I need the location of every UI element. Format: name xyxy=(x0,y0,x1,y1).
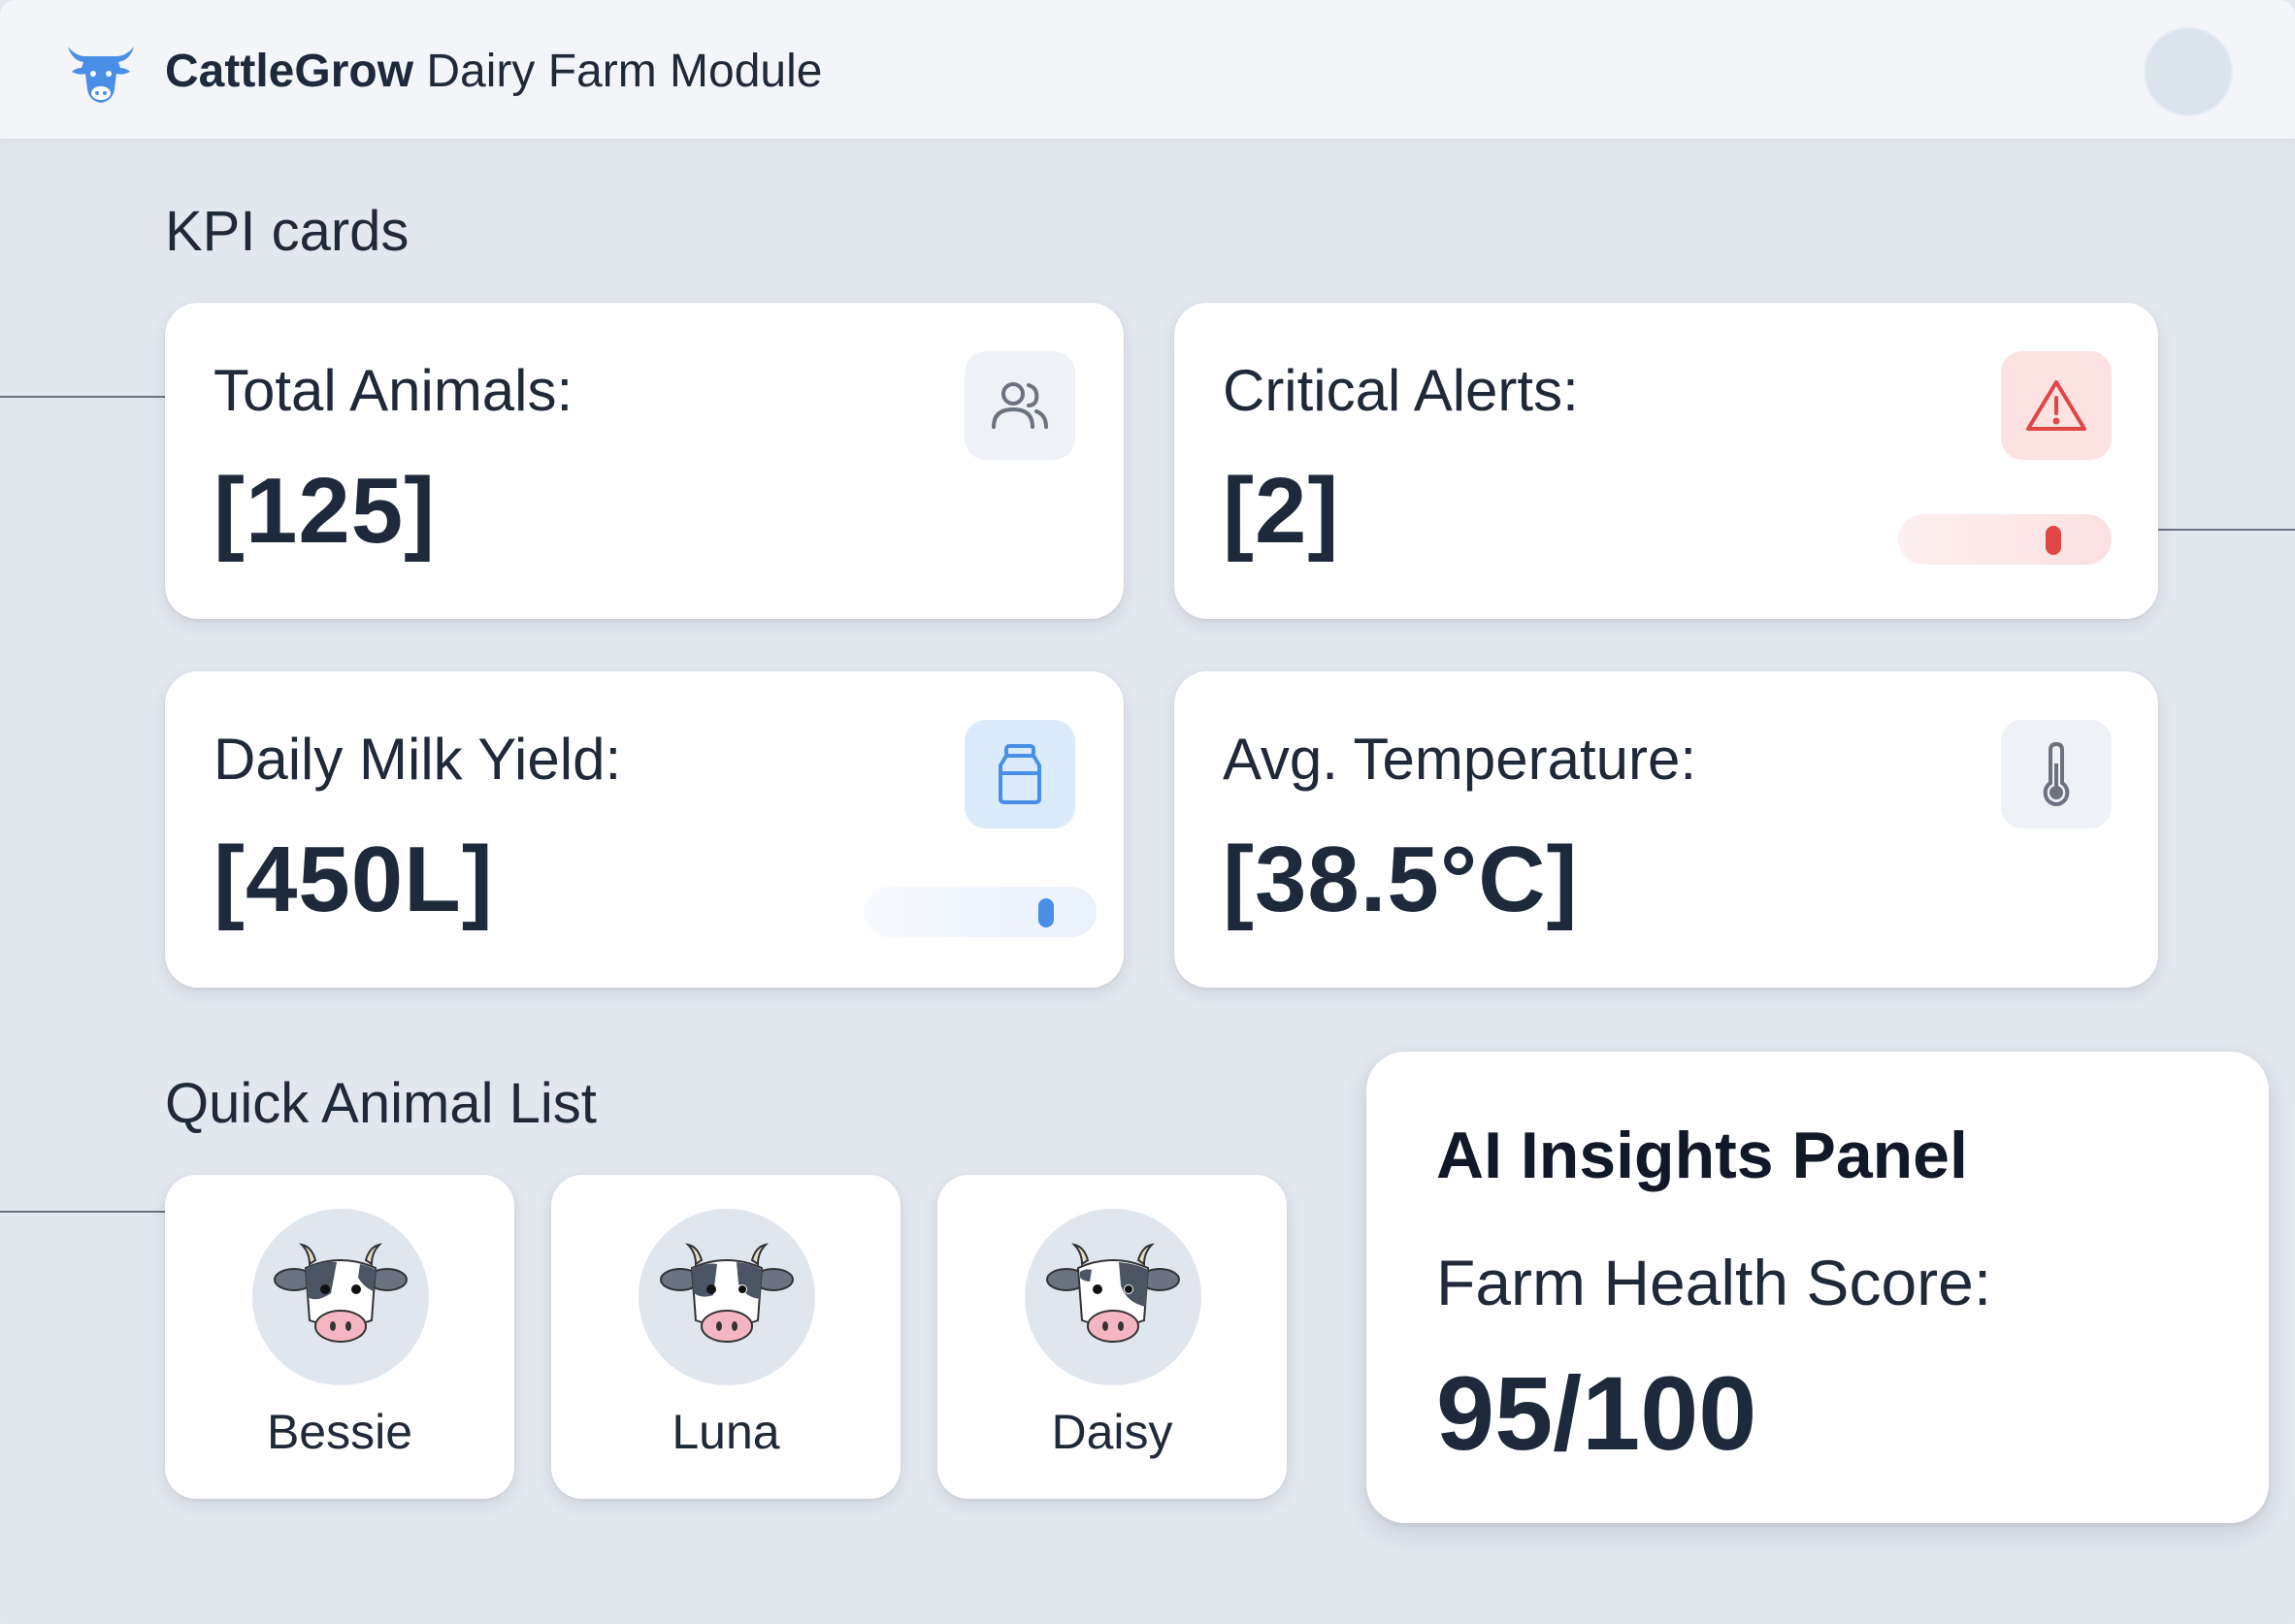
kpi-label: Avg. Temperature: xyxy=(1223,727,1697,792)
animal-name: Daisy xyxy=(1051,1405,1173,1459)
kpi-card-milk-yield[interactable]: Daily Milk Yield: [450L] xyxy=(165,671,1124,988)
warning-icon xyxy=(2001,351,2112,460)
alerts-level-indicator xyxy=(2046,526,2061,555)
kpi-card-total-animals[interactable]: Total Animals: [125] xyxy=(165,303,1124,619)
animal-name: Luna xyxy=(672,1405,780,1459)
connector-line xyxy=(2158,529,2295,531)
animal-name: Bessie xyxy=(266,1405,413,1459)
kpi-value: [38.5°C] xyxy=(1223,828,1579,931)
ai-insights-panel: AI Insights Panel Farm Health Score: 95/… xyxy=(1366,1052,2269,1523)
users-icon xyxy=(965,351,1075,460)
app-brand: CattleGrow xyxy=(165,46,414,97)
cow-icon xyxy=(639,1209,815,1385)
connector-line xyxy=(0,1211,165,1213)
cow-logo-icon xyxy=(62,39,140,107)
cow-icon xyxy=(1025,1209,1201,1385)
kpi-value: [125] xyxy=(213,459,437,563)
animal-card-luna[interactable]: Luna xyxy=(551,1175,901,1499)
animal-card-daisy[interactable]: Daisy xyxy=(937,1175,1287,1499)
alerts-level-bar xyxy=(1898,514,2112,565)
farm-health-score: 95/100 xyxy=(1436,1354,1757,1472)
app-title-rest: Dairy Farm Module xyxy=(413,46,823,97)
kpi-label: Total Animals: xyxy=(213,358,574,423)
kpi-value: [2] xyxy=(1223,459,1340,563)
farm-health-label: Farm Health Score: xyxy=(1436,1247,1992,1318)
app-title: CattleGrow Dairy Farm Module xyxy=(165,45,822,98)
title-bar: CattleGrow Dairy Farm Module xyxy=(0,0,2295,140)
milk-bottle-icon xyxy=(965,720,1075,828)
kpi-card-avg-temperature[interactable]: Avg. Temperature: [38.5°C] xyxy=(1174,671,2158,988)
user-avatar[interactable] xyxy=(2144,27,2233,116)
kpi-label: Critical Alerts: xyxy=(1223,358,1579,423)
animal-card-bessie[interactable]: Bessie xyxy=(165,1175,514,1499)
kpi-section-label: KPI cards xyxy=(165,200,410,263)
kpi-label: Daily Milk Yield: xyxy=(213,727,622,792)
thermometer-icon xyxy=(2001,720,2112,828)
cow-icon xyxy=(252,1209,429,1385)
connector-line xyxy=(0,396,165,398)
milk-level-indicator xyxy=(1038,898,1054,927)
ai-panel-title: AI Insights Panel xyxy=(1436,1119,1968,1192)
kpi-card-critical-alerts[interactable]: Critical Alerts: [2] xyxy=(1174,303,2158,619)
milk-level-bar xyxy=(864,887,1097,937)
animals-section-label: Quick Animal List xyxy=(165,1072,597,1135)
kpi-value: [450L] xyxy=(213,828,494,931)
app-window: CattleGrow Dairy Farm Module KPI cards T… xyxy=(0,0,2295,1624)
